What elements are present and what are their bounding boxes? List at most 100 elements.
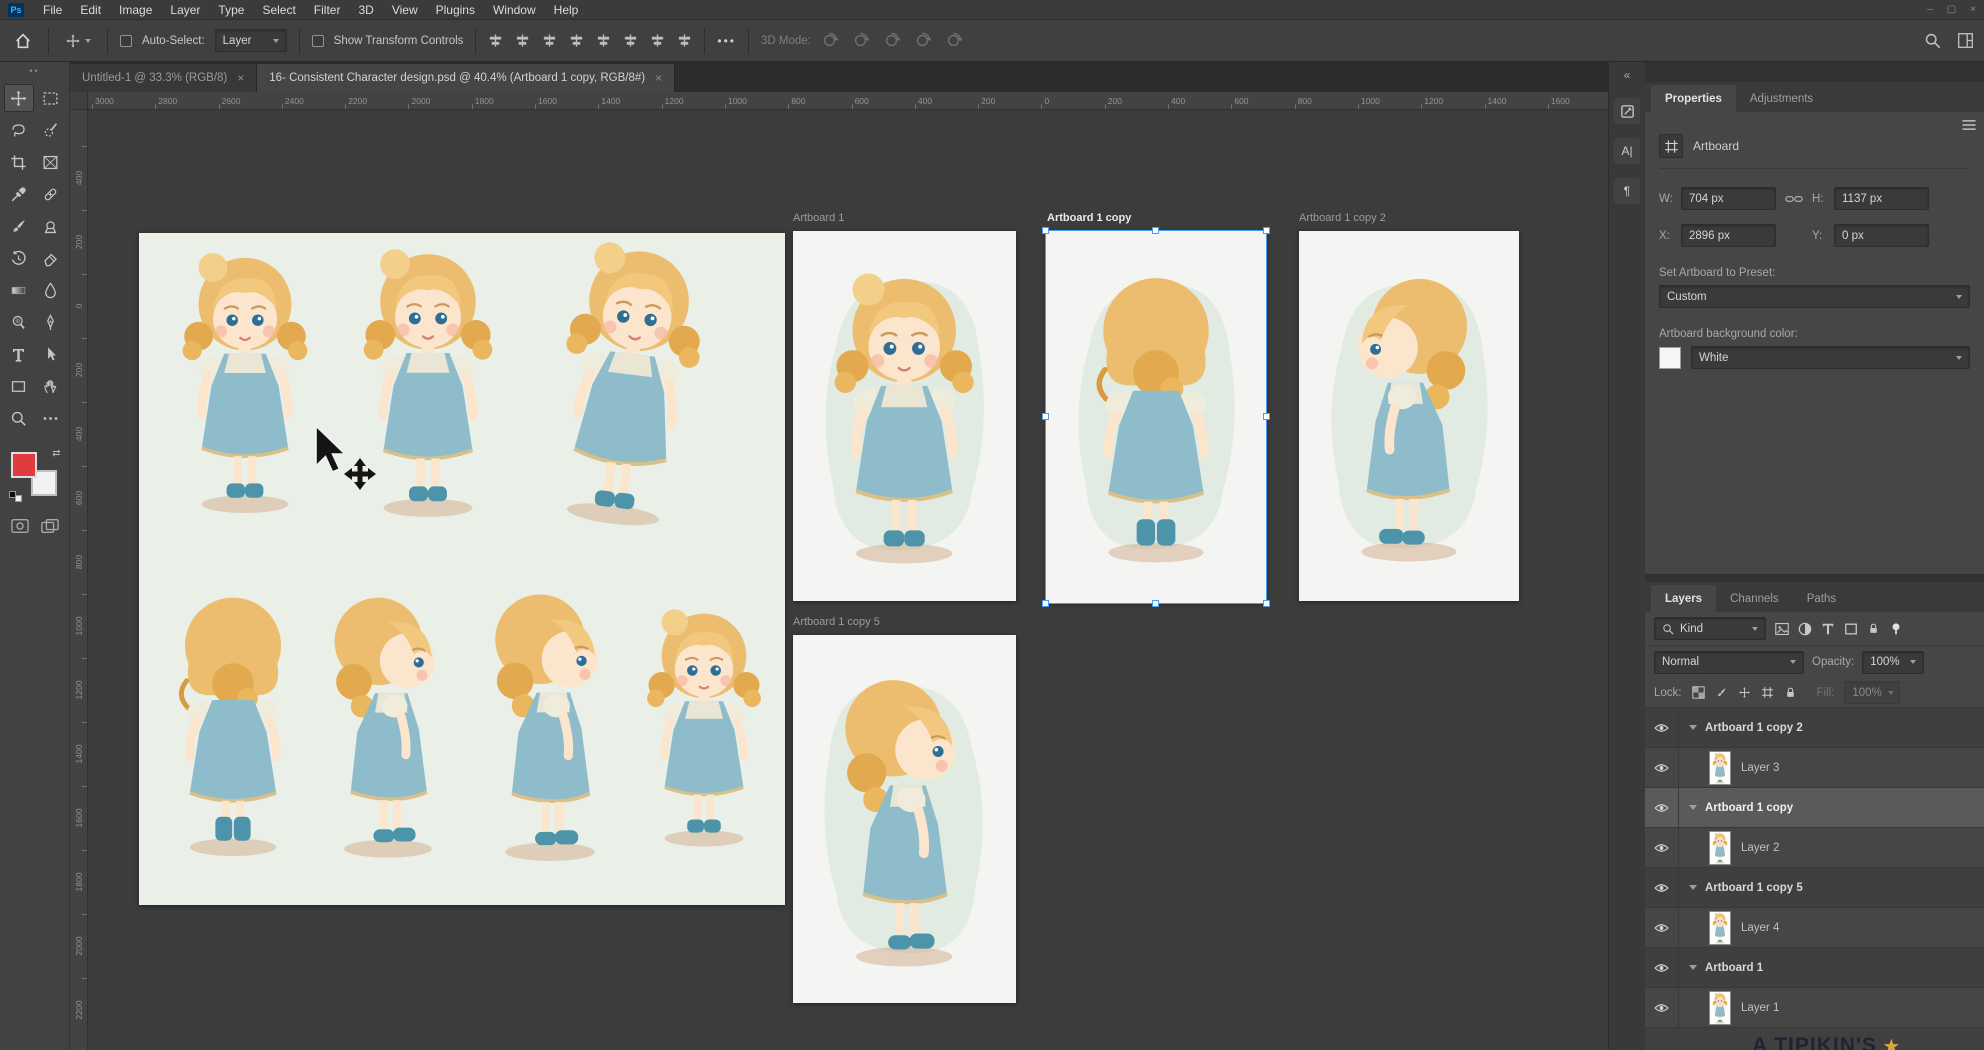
preset-dropdown[interactable]: Custom	[1659, 285, 1970, 308]
brushes-panel-icon[interactable]	[1614, 98, 1640, 124]
menu-item[interactable]: View	[383, 2, 427, 18]
layer-row[interactable]: Artboard 1 copy 2	[1645, 708, 1984, 748]
menu-item[interactable]: Layer	[161, 2, 209, 18]
panel-tab[interactable]: Channels	[1716, 585, 1793, 612]
align-bottom-edges[interactable]	[623, 33, 638, 48]
document-tab[interactable]: Untitled-1 @ 33.3% (RGB/8) ×	[70, 64, 257, 92]
crop-tool[interactable]	[4, 148, 34, 176]
artboard-label[interactable]: Artboard 1 copy 5	[793, 616, 880, 630]
lock-all-icon[interactable]	[1784, 686, 1797, 699]
lock-image-pixels-icon[interactable]	[1715, 686, 1728, 699]
visibility-toggle[interactable]	[1645, 828, 1679, 867]
visibility-toggle[interactable]	[1645, 788, 1679, 827]
document-tab[interactable]: 16- Consistent Character design.psd @ 40…	[257, 64, 675, 92]
brush-tool[interactable]	[4, 212, 34, 240]
artboard-bg-dropdown[interactable]: White	[1691, 346, 1970, 369]
marquee-tool[interactable]	[36, 84, 66, 112]
artboard-label[interactable]: Artboard 1 copy 2	[1299, 212, 1386, 226]
3d-roll[interactable]	[852, 32, 869, 49]
visibility-toggle[interactable]	[1645, 748, 1679, 787]
quick-mask-button[interactable]	[11, 518, 29, 534]
layer-thumbnail[interactable]	[1709, 751, 1731, 785]
layer-row[interactable]: Layer 3	[1645, 748, 1984, 788]
height-field[interactable]: 1137 px	[1834, 187, 1929, 210]
panel-tab[interactable]: Adjustments	[1736, 85, 1827, 112]
layer-thumbnail[interactable]	[1709, 991, 1731, 1025]
layer-thumbnail[interactable]	[1709, 911, 1731, 945]
layer-row[interactable]: Artboard 1 copy	[1645, 788, 1984, 828]
menu-item[interactable]: Image	[110, 2, 161, 18]
history-brush-tool[interactable]	[4, 244, 34, 272]
screen-mode-button[interactable]	[41, 518, 59, 534]
panel-tab[interactable]: Properties	[1651, 85, 1736, 112]
quick-selection-tool[interactable]	[36, 116, 66, 144]
selection-handle[interactable]	[1152, 600, 1159, 607]
menu-item[interactable]: Plugins	[427, 2, 484, 18]
layer-row[interactable]: Artboard 1 copy 5	[1645, 868, 1984, 908]
lock-transparent-pixels-icon[interactable]	[1692, 686, 1705, 699]
rectangle-tool[interactable]	[4, 372, 34, 400]
default-colors-icon[interactable]	[9, 491, 22, 502]
layer-filter-dropdown[interactable]: Kind	[1654, 617, 1766, 640]
width-field[interactable]: 704 px	[1681, 187, 1776, 210]
panel-tab[interactable]: Paths	[1793, 585, 1850, 612]
pen-tool[interactable]	[36, 308, 66, 336]
artboard-label[interactable]: Artboard 1	[793, 212, 844, 226]
menu-item[interactable]: 3D	[349, 2, 382, 18]
3d-camera[interactable]	[945, 32, 962, 49]
auto-select-dropdown[interactable]: Layer	[215, 29, 287, 52]
edit-toolbar[interactable]	[36, 404, 66, 432]
artboard-1-copy-5[interactable]	[793, 635, 1016, 1003]
link-dimensions-icon[interactable]	[1785, 194, 1803, 204]
3d-slide[interactable]	[914, 32, 931, 49]
canvas[interactable]: 3000280026002400220020001800160014001200…	[70, 92, 1608, 1050]
layer-thumbnail[interactable]	[1709, 831, 1731, 865]
path-select-tool[interactable]	[36, 340, 66, 368]
visibility-toggle[interactable]	[1645, 948, 1679, 987]
vertical-ruler[interactable]: 4002000200400600800100012001400160018002…	[70, 110, 88, 1050]
home-button[interactable]	[10, 28, 36, 54]
dodge-tool[interactable]	[4, 308, 34, 336]
layer-row[interactable]: Layer 4	[1645, 908, 1984, 948]
align-horizontal-centers[interactable]	[515, 33, 530, 48]
x-field[interactable]: 2896 px	[1681, 224, 1776, 247]
selection-handle[interactable]	[1042, 600, 1049, 607]
close-button[interactable]: ×	[1970, 4, 1976, 15]
3d-rotate[interactable]	[821, 32, 838, 49]
chevron-down-icon[interactable]	[1689, 885, 1697, 890]
show-transform-checkbox[interactable]	[312, 35, 324, 47]
auto-select-checkbox[interactable]	[120, 35, 132, 47]
distribute-vertical[interactable]	[677, 33, 692, 48]
search-icon[interactable]	[1924, 32, 1941, 49]
lasso-tool[interactable]	[4, 116, 34, 144]
panel-menu-icon[interactable]	[1962, 120, 1976, 130]
chevron-down-icon[interactable]	[1689, 805, 1697, 810]
toolbar-grip[interactable]: ••	[29, 68, 39, 74]
menu-item[interactable]: Type	[209, 2, 253, 18]
frame-tool[interactable]	[36, 148, 66, 176]
artboard-label[interactable]: Artboard 1 copy	[1047, 212, 1131, 226]
eyedropper-tool[interactable]	[4, 180, 34, 208]
move-tool-preset[interactable]	[61, 29, 95, 53]
panel-tab[interactable]: Layers	[1651, 585, 1716, 612]
layer-row[interactable]: Layer 2	[1645, 828, 1984, 868]
menu-item[interactable]: Window	[484, 2, 545, 18]
more-options-button[interactable]: •••	[717, 34, 736, 48]
visibility-toggle[interactable]	[1645, 708, 1679, 747]
lock-position-icon[interactable]	[1738, 686, 1751, 699]
character-panel-icon[interactable]: A|	[1614, 138, 1640, 164]
artboard-1-copy-2[interactable]	[1299, 231, 1519, 601]
type-tool[interactable]	[4, 340, 34, 368]
artboard-bg-swatch[interactable]	[1659, 347, 1681, 369]
gradient-tool[interactable]	[4, 276, 34, 304]
foreground-color-swatch[interactable]	[11, 452, 37, 478]
layer-row[interactable]: Layer 1	[1645, 988, 1984, 1028]
eraser-tool[interactable]	[36, 244, 66, 272]
healing-brush-tool[interactable]	[36, 180, 66, 208]
shape-layers-filter-icon[interactable]	[1844, 622, 1858, 636]
fill-field[interactable]: 100%	[1844, 681, 1900, 704]
blend-mode-dropdown[interactable]: Normal	[1654, 651, 1804, 674]
layer-row[interactable]: Artboard 1	[1645, 948, 1984, 988]
distribute-horizontal[interactable]	[650, 33, 665, 48]
artboard-1-copy[interactable]	[1046, 231, 1266, 603]
